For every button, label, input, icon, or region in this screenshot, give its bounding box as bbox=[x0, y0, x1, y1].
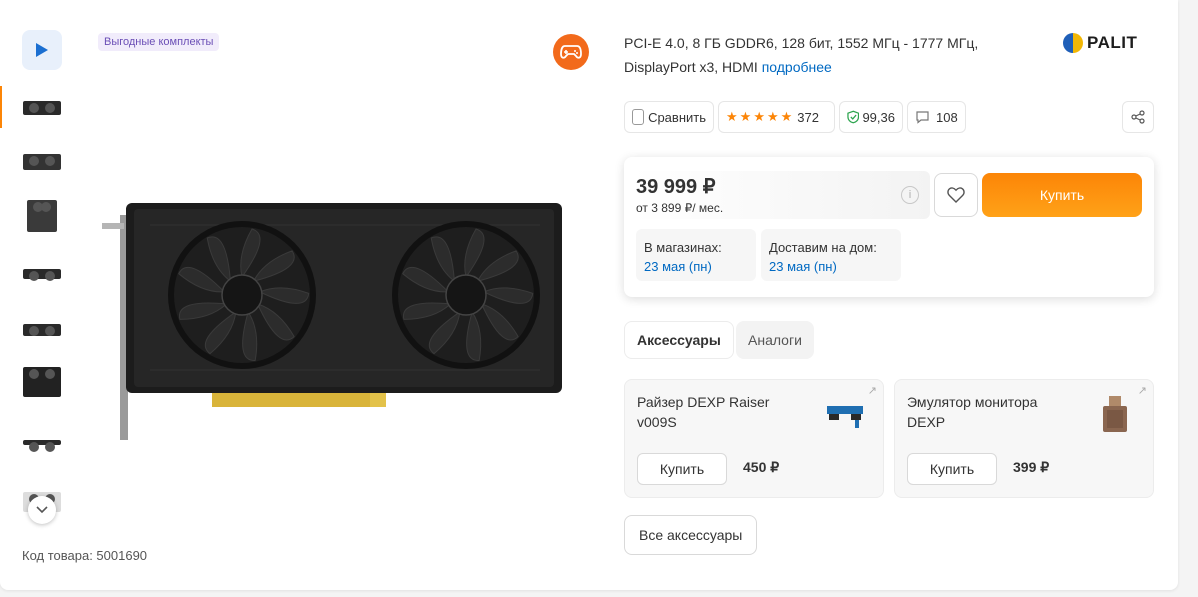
share-icon bbox=[1131, 110, 1145, 124]
thumbnail-2[interactable] bbox=[22, 142, 62, 182]
tab-accessories[interactable]: Аксессуары bbox=[624, 321, 734, 359]
buy-box: 39 999 ₽ от 3 899 ₽/ мес. i Купить В маг… bbox=[624, 157, 1154, 297]
share-button[interactable] bbox=[1122, 101, 1154, 133]
home-date[interactable]: 23 мая (пн) bbox=[769, 257, 893, 276]
reliability-value: 99,36 bbox=[862, 109, 895, 125]
accessory-price: 399 ₽ bbox=[1013, 459, 1050, 475]
active-thumbnail-indicator bbox=[0, 86, 2, 128]
shield-check-icon bbox=[847, 110, 860, 124]
reliability-button[interactable]: 99,36 bbox=[839, 101, 903, 133]
specs-more-link[interactable]: подробнее bbox=[762, 59, 832, 75]
hdmi-emulator-image bbox=[1103, 396, 1127, 432]
star-icon: ★ bbox=[753, 109, 765, 124]
wishlist-button[interactable] bbox=[934, 173, 978, 217]
rating-button[interactable]: ★ ★ ★ ★ ★ 372 bbox=[718, 101, 835, 133]
accessory-name[interactable]: Эмулятор монитора DEXP bbox=[907, 392, 1067, 432]
open-arrow-icon[interactable]: ↗ bbox=[868, 384, 877, 397]
riser-image bbox=[827, 406, 863, 428]
accessory-card[interactable]: Эмулятор монитора DEXP ↗ Купить 399 ₽ bbox=[894, 379, 1154, 498]
open-arrow-icon[interactable]: ↗ bbox=[1138, 384, 1147, 397]
accessory-card[interactable]: Райзер DEXP Raiser v009S ↗ Купить 450 ₽ bbox=[624, 379, 884, 498]
buy-button[interactable]: Купить bbox=[982, 173, 1142, 217]
thumbnail-5[interactable] bbox=[22, 310, 62, 350]
scroll-down-button[interactable] bbox=[28, 496, 56, 524]
all-accessories-button[interactable]: Все аксессуары bbox=[624, 515, 758, 555]
star-icon: ★ bbox=[766, 109, 779, 124]
price: 39 999 ₽ bbox=[636, 176, 716, 198]
store-date[interactable]: 23 мая (пн) bbox=[644, 257, 748, 276]
bundle-badge[interactable]: Выгодные комплекты bbox=[98, 33, 220, 51]
play-icon bbox=[36, 43, 48, 57]
comments-button[interactable]: 108 bbox=[907, 101, 966, 133]
video-thumbnail[interactable] bbox=[22, 30, 62, 70]
store-availability[interactable]: В магазинах: 23 мая (пн) bbox=[636, 229, 756, 281]
heart-icon bbox=[947, 187, 965, 203]
rating-count: 372 bbox=[797, 109, 819, 125]
palit-logo-icon bbox=[1063, 33, 1083, 53]
thumbnail-6[interactable] bbox=[22, 362, 62, 402]
rating-stars: ★ ★ ★ ★ ★ bbox=[726, 109, 792, 125]
compare-button[interactable]: Сравнить bbox=[624, 101, 714, 133]
home-delivery[interactable]: Доставим на дом: 23 мая (пн) bbox=[761, 229, 901, 281]
comment-icon bbox=[916, 111, 929, 124]
fan-right bbox=[392, 221, 540, 369]
credit-offer[interactable]: от 3 899 ₽/ мес. bbox=[636, 201, 723, 215]
thumbnail-3[interactable] bbox=[22, 196, 62, 236]
info-icon[interactable]: i bbox=[901, 186, 919, 204]
product-image[interactable] bbox=[100, 195, 565, 445]
chevron-down-icon bbox=[36, 506, 48, 514]
fan-left bbox=[168, 221, 316, 369]
star-half-icon: ★ bbox=[780, 109, 793, 124]
thumbnail-4[interactable] bbox=[22, 254, 62, 294]
brand-name: PALIT bbox=[1087, 33, 1138, 52]
accessory-name[interactable]: Райзер DEXP Raiser v009S bbox=[637, 392, 797, 432]
gamepad-icon[interactable] bbox=[553, 34, 589, 70]
comments-count: 108 bbox=[936, 109, 958, 125]
product-specs: PCI-E 4.0, 8 ГБ GDDR6, 128 бит, 1552 МГц… bbox=[624, 31, 1024, 79]
accessory-buy-button[interactable]: Купить bbox=[907, 453, 997, 485]
product-code: Код товара: 5001690 bbox=[22, 548, 148, 563]
accessory-price: 450 ₽ bbox=[743, 459, 780, 475]
thumbnail-7[interactable] bbox=[22, 422, 62, 462]
compare-label: Сравнить bbox=[648, 109, 706, 125]
home-label: Доставим на дом: bbox=[769, 240, 877, 255]
store-label: В магазинах: bbox=[644, 240, 722, 255]
thumbnail-1[interactable] bbox=[22, 88, 62, 128]
star-icon: ★ bbox=[739, 109, 752, 124]
accessory-buy-button[interactable]: Купить bbox=[637, 453, 727, 485]
tab-analogs[interactable]: Аналоги bbox=[736, 321, 814, 359]
brand-logo[interactable]: PALIT bbox=[1063, 30, 1155, 56]
product-card: Код товара: 5001690 Выгодные комплекты P… bbox=[0, 0, 1178, 590]
compare-checkbox[interactable] bbox=[632, 109, 645, 125]
star-icon: ★ bbox=[726, 109, 738, 124]
